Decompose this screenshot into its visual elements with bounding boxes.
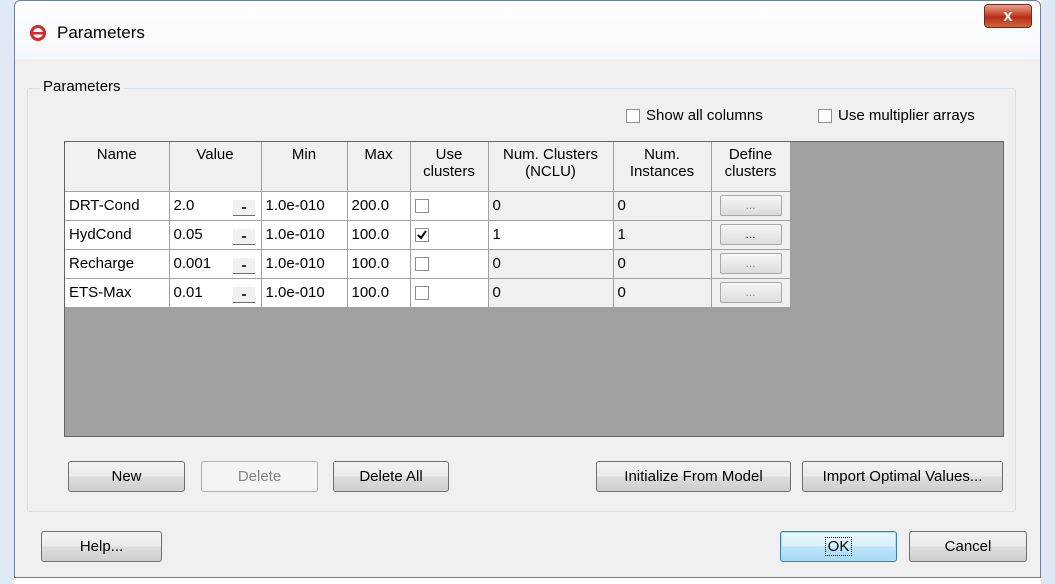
- import-optimal-values-button[interactable]: Import Optimal Values...: [802, 461, 1003, 492]
- initialize-from-model-button[interactable]: Initialize From Model: [596, 461, 791, 492]
- delete-button[interactable]: Delete: [201, 461, 318, 492]
- table-row[interactable]: ETS-Max 0.01 1.0e-010 100.0 0 0 ...: [65, 278, 791, 308]
- define-clusters-button[interactable]: ...: [719, 195, 782, 216]
- use-clusters-checkbox[interactable]: [414, 256, 429, 271]
- cell-min[interactable]: 1.0e-010: [261, 249, 348, 279]
- cell-name[interactable]: Recharge: [65, 249, 170, 279]
- col-header-num-instances-line1: Num.: [644, 146, 680, 163]
- cell-value-text: 0.001: [173, 255, 212, 272]
- col-header-value[interactable]: Value: [169, 142, 262, 192]
- cell-value-text: 0.01: [173, 284, 203, 301]
- col-header-value-label: Value: [196, 146, 234, 163]
- parameters-grid[interactable]: Name Value Min Max Use clusters Num. Clus…: [64, 141, 1004, 437]
- define-clusters-button[interactable]: ...: [719, 253, 782, 274]
- checkbox-box[interactable]: [818, 108, 832, 123]
- cell-name[interactable]: DRT-Cond: [65, 191, 170, 221]
- header-row: Name Value Min Max Use clusters Num. Clus…: [65, 142, 791, 192]
- cancel-button[interactable]: Cancel: [909, 531, 1027, 562]
- col-header-name-label: Name: [96, 146, 137, 163]
- cell-value[interactable]: 0.05: [169, 220, 262, 250]
- value-spin-icon[interactable]: [232, 199, 255, 216]
- cell-max[interactable]: 100.0: [347, 249, 411, 279]
- background-strip-left: [0, 0, 14, 584]
- col-header-num-instances-line2: Instances: [629, 163, 695, 180]
- cell-define-clusters: ...: [711, 278, 791, 308]
- col-header-max[interactable]: Max: [347, 142, 411, 192]
- cell-define-clusters: ...: [711, 191, 791, 221]
- use-clusters-checkbox[interactable]: [414, 227, 429, 242]
- col-header-define-clusters-line1: Define: [728, 146, 773, 163]
- cell-use-clusters[interactable]: [410, 220, 489, 250]
- define-clusters-button[interactable]: ...: [719, 224, 782, 245]
- cell-num-instances: 0: [613, 278, 712, 308]
- cell-num-clusters[interactable]: 0: [488, 249, 614, 279]
- col-header-min-label: Min: [291, 146, 317, 163]
- col-header-max-label: Max: [364, 146, 393, 163]
- checkmark-icon: [416, 229, 427, 240]
- cell-num-instances: 0: [613, 191, 712, 221]
- col-header-num-clusters[interactable]: Num. Clusters (NCLU): [488, 142, 614, 192]
- cell-use-clusters[interactable]: [410, 249, 489, 279]
- col-header-define-clusters[interactable]: Define clusters: [711, 142, 791, 192]
- table-row[interactable]: DRT-Cond 2.0 1.0e-010 200.0 0 0 ...: [65, 191, 791, 221]
- show-all-columns-label: Show all columns: [646, 107, 763, 124]
- groupbox-label: Parameters: [40, 78, 124, 95]
- close-button[interactable]: x: [984, 4, 1032, 28]
- cell-value-text: 2.0: [173, 197, 195, 214]
- cell-name[interactable]: ETS-Max: [65, 278, 170, 308]
- col-header-num-clusters-line1: Num. Clusters: [502, 146, 599, 163]
- cell-value-text: 0.05: [173, 226, 203, 243]
- col-header-use-clusters-line1: Use: [435, 146, 463, 163]
- col-header-use-clusters[interactable]: Use clusters: [410, 142, 489, 192]
- cell-num-clusters[interactable]: 0: [488, 278, 614, 308]
- use-clusters-checkbox[interactable]: [414, 198, 429, 213]
- cell-value[interactable]: 0.001: [169, 249, 262, 279]
- cell-use-clusters[interactable]: [410, 191, 489, 221]
- value-spin-icon[interactable]: [232, 286, 255, 303]
- cell-max[interactable]: 100.0: [347, 220, 411, 250]
- ok-button[interactable]: OK: [780, 531, 897, 562]
- use-multiplier-arrays-label: Use multiplier arrays: [838, 107, 975, 124]
- close-icon: x: [1003, 6, 1013, 25]
- value-spin-icon[interactable]: [232, 257, 255, 274]
- table-row[interactable]: HydCond 0.05 1.0e-010 100.0 1 1 ...: [65, 220, 791, 250]
- parameters-table: Name Value Min Max Use clusters Num. Clus…: [65, 142, 791, 308]
- delete-all-button[interactable]: Delete All: [333, 461, 449, 492]
- col-header-name[interactable]: Name: [65, 142, 170, 192]
- col-header-num-clusters-line2: (NCLU): [525, 163, 576, 180]
- value-spin-icon[interactable]: [232, 228, 255, 245]
- ok-label: OK: [824, 537, 853, 556]
- cell-num-instances: 0: [613, 249, 712, 279]
- background-strip-right: [1041, 0, 1055, 584]
- cell-min[interactable]: 1.0e-010: [261, 220, 348, 250]
- window-title: Parameters: [57, 23, 145, 42]
- table-row[interactable]: Recharge 0.001 1.0e-010 100.0 0 0 ...: [65, 249, 791, 279]
- cell-max[interactable]: 100.0: [347, 278, 411, 308]
- cell-num-instances: 1: [613, 220, 712, 250]
- new-button[interactable]: New: [68, 461, 185, 492]
- title-bar[interactable]: Parameters x: [15, 1, 1040, 59]
- define-clusters-button[interactable]: ...: [719, 282, 782, 303]
- app-logo-icon: [30, 25, 46, 41]
- cell-min[interactable]: 1.0e-010: [261, 278, 348, 308]
- help-button[interactable]: Help...: [41, 531, 162, 562]
- cell-value[interactable]: 0.01: [169, 278, 262, 308]
- col-header-use-clusters-line2: clusters: [423, 163, 475, 180]
- use-clusters-checkbox[interactable]: [414, 285, 429, 300]
- col-header-min[interactable]: Min: [261, 142, 348, 192]
- cell-num-clusters[interactable]: 1: [488, 220, 614, 250]
- col-header-define-clusters-line2: clusters: [724, 163, 777, 180]
- cell-name[interactable]: HydCond: [65, 220, 170, 250]
- cell-value[interactable]: 2.0: [169, 191, 262, 221]
- cell-max[interactable]: 200.0: [347, 191, 411, 221]
- cell-use-clusters[interactable]: [410, 278, 489, 308]
- cell-min[interactable]: 1.0e-010: [261, 191, 348, 221]
- cell-num-clusters[interactable]: 0: [488, 191, 614, 221]
- checkbox-box[interactable]: [626, 108, 640, 123]
- col-header-num-instances[interactable]: Num. Instances: [613, 142, 712, 192]
- show-all-columns-checkbox[interactable]: Show all columns: [626, 107, 763, 124]
- use-multiplier-arrays-checkbox[interactable]: Use multiplier arrays: [818, 107, 975, 124]
- cell-define-clusters: ...: [711, 220, 791, 250]
- cell-define-clusters: ...: [711, 249, 791, 279]
